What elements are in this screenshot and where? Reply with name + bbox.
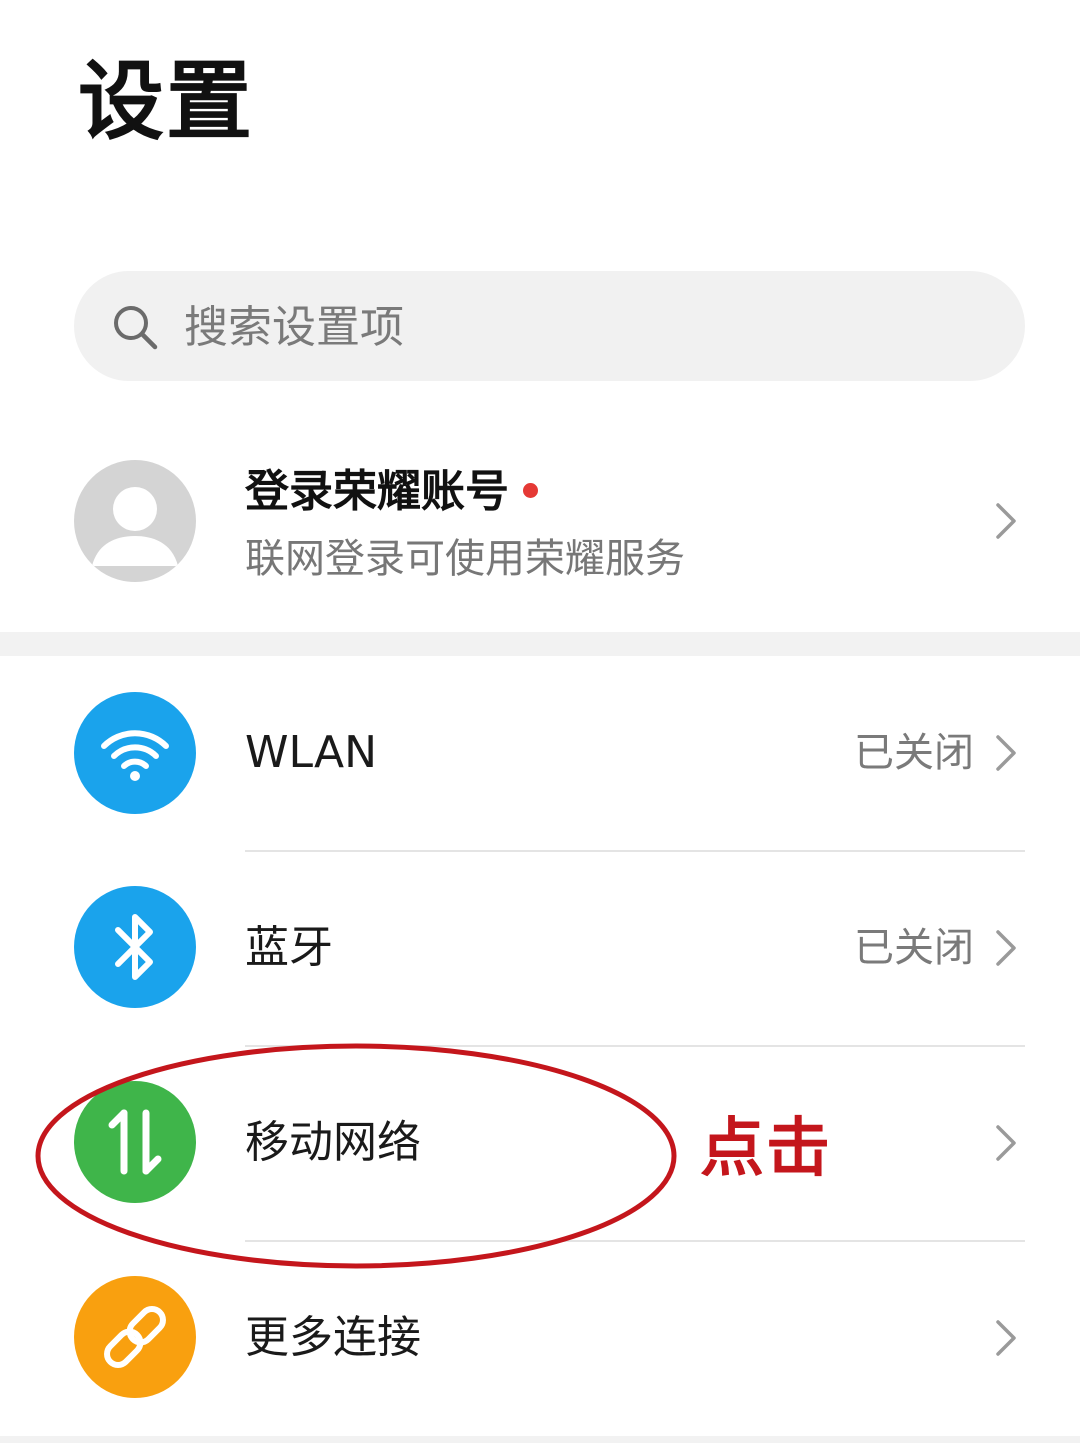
- account-subtitle: 联网登录可使用荣耀服务: [245, 536, 685, 582]
- wlan-label: WLAN: [245, 727, 378, 778]
- section-divider: [0, 1436, 1080, 1443]
- mobile-data-icon: [74, 1081, 196, 1203]
- account-title: 登录荣耀账号: [245, 462, 538, 522]
- bluetooth-icon: [74, 886, 196, 1008]
- notification-dot: [523, 482, 538, 498]
- bluetooth-status: 已关闭: [854, 925, 974, 971]
- chevron-right-icon: [996, 1320, 1016, 1356]
- section-divider: [0, 632, 1080, 656]
- wifi-icon: [74, 692, 196, 814]
- bluetooth-label: 蓝牙: [245, 922, 333, 973]
- search-placeholder: 搜索设置项: [184, 302, 404, 353]
- annotation-text: 点击: [700, 1112, 832, 1186]
- chevron-right-icon: [996, 1125, 1016, 1161]
- chevron-right-icon: [996, 735, 1016, 771]
- more-connections-label: 更多连接: [245, 1312, 421, 1363]
- avatar: [74, 460, 196, 582]
- link-icon: [74, 1276, 196, 1398]
- chevron-right-icon: [996, 503, 1016, 539]
- mobile-network-label: 移动网络: [245, 1117, 421, 1168]
- user-icon: [92, 487, 178, 566]
- page-title: 设置: [78, 52, 254, 152]
- wlan-status: 已关闭: [854, 730, 974, 776]
- chevron-right-icon: [996, 930, 1016, 966]
- search-icon: [114, 306, 158, 350]
